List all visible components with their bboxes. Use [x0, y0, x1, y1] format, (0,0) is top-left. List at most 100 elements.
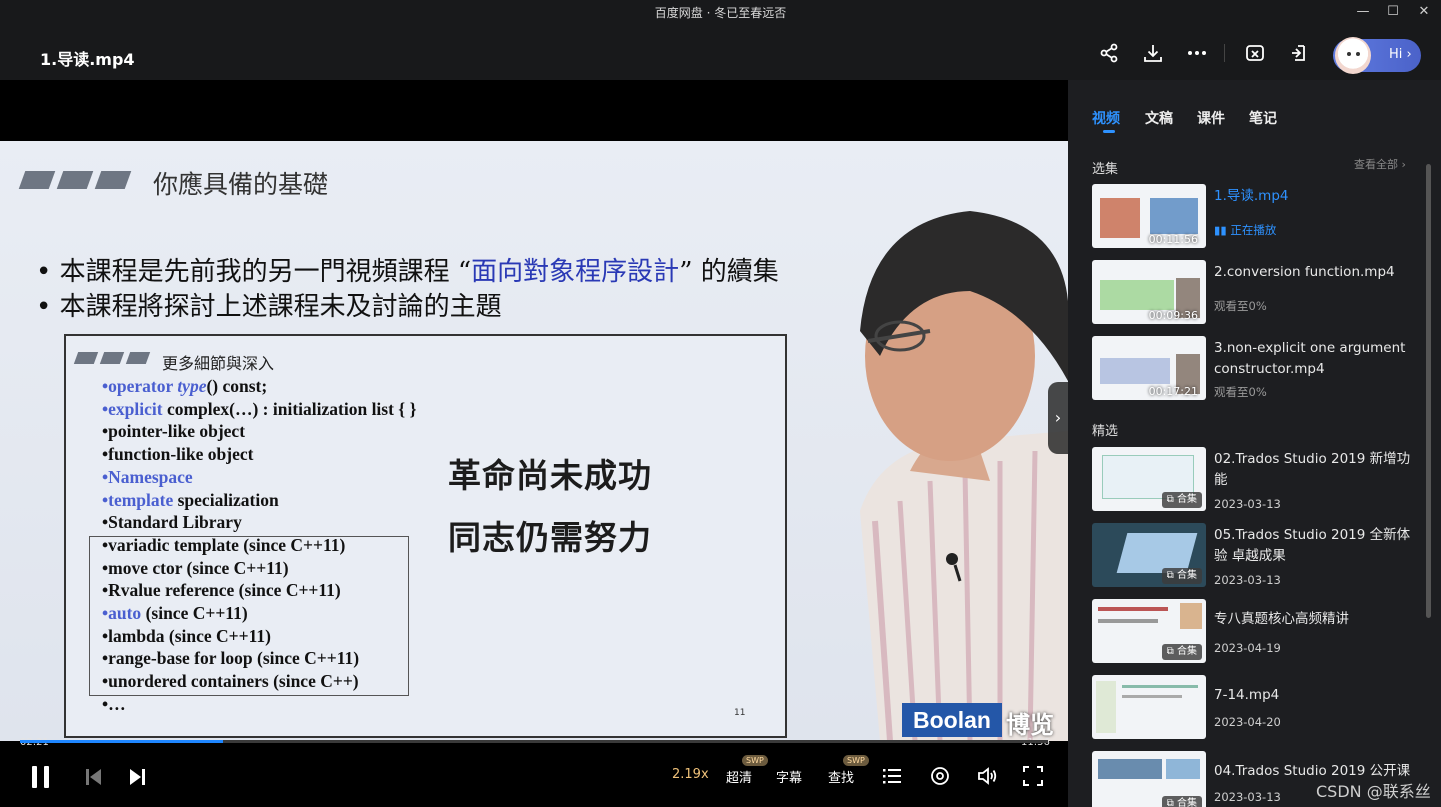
episode-thumbnail: 00:17:21 — [1092, 336, 1206, 400]
playback-speed[interactable]: 2.19x — [672, 767, 709, 782]
featured-thumbnail: ⧉ 合集 — [1092, 447, 1206, 511]
quality-button[interactable]: 超清 — [726, 767, 752, 786]
featured-thumbnail: ⧉ 合集 — [1092, 599, 1206, 663]
slide-topic-item: •auto (since C++11) — [102, 603, 248, 623]
presenter-figure — [860, 211, 1068, 741]
search-swp-badge: SWP — [843, 755, 869, 766]
episode-duration: 00:17:21 — [1148, 385, 1198, 398]
featured-date: 2023-04-19 — [1214, 641, 1281, 655]
featured-title: 专八真题核心高频精讲 — [1214, 611, 1349, 627]
watch-progress: 观看至0% — [1214, 385, 1267, 399]
assistant-label: Hi › — [1389, 47, 1412, 62]
featured-date: 2023-03-13 — [1214, 497, 1281, 511]
slide-topic-item: •operator type() const; — [102, 376, 268, 396]
minimize-button[interactable]: — — [1353, 2, 1373, 22]
featured-date: 2023-04-20 — [1214, 715, 1281, 729]
slide-topic-item: •Rvalue reference (since C++11) — [102, 580, 341, 601]
slide-inner-title: 更多細節與深入 — [162, 354, 275, 373]
slide-topic-item: •move ctor (since C++11) — [102, 557, 289, 578]
episode-duration: 00:09:36 — [1148, 309, 1198, 322]
fullscreen-icon[interactable] — [1022, 765, 1044, 791]
episode-title: 2.conversion function.mp4 — [1214, 264, 1395, 280]
slide-bullet-2: • 本課程將探討上述課程未及討論的主題 — [36, 292, 502, 322]
featured-title: 02.Trados Studio 2019 新增功能 — [1214, 451, 1411, 488]
assistant-avatar — [1335, 37, 1371, 74]
featured-heading: 精选 — [1092, 424, 1119, 439]
collection-badge: ⧉ 合集 — [1161, 796, 1202, 807]
subtitle-button[interactable]: 字幕 — [776, 767, 802, 786]
featured-thumbnail: ⧉ 合集 — [1092, 751, 1206, 807]
featured-date: 2023-03-13 — [1214, 573, 1281, 587]
tab-video[interactable]: 视频 — [1092, 108, 1120, 128]
featured-title: 7-14.mp4 — [1214, 687, 1280, 703]
header-divider — [1224, 44, 1225, 62]
slide-topic-item: •variadic template (since C++11) — [102, 534, 346, 555]
collection-badge: ⧉ 合集 — [1161, 568, 1202, 584]
pip-icon[interactable] — [1288, 42, 1310, 64]
episode-thumbnail: 00:11:56 — [1092, 184, 1206, 248]
episode-title: 1.导读.mp4 — [1214, 188, 1289, 204]
more-icon[interactable] — [1186, 42, 1208, 64]
slide-topic-box: 更多細節與深入 •operator type() const; •explicit… — [64, 334, 787, 738]
slide-topic-item: •function-like object — [102, 444, 254, 465]
slide-topic-item: •… — [102, 693, 126, 714]
maximize-button[interactable]: ☐ — [1383, 2, 1403, 22]
slide-topic-item: •Standard Library — [102, 512, 242, 533]
collection-badge: ⧉ 合集 — [1161, 644, 1202, 660]
slide-topic-item: •range-base for loop (since C++11) — [102, 648, 360, 669]
slide-caption-1: 革命尚未成功 — [448, 456, 652, 495]
playlist-icon[interactable] — [882, 766, 902, 790]
video-player[interactable]: 你應具備的基礎 • 本課程是先前我的另一門視頻課程 “面向對象程序設計” 的續集… — [0, 80, 1068, 807]
slide-page-number: 11 — [734, 708, 746, 718]
settings-icon[interactable] — [929, 765, 951, 791]
next-icon[interactable] — [128, 767, 146, 791]
player-header: 1.导读.mp4 Hi › — [0, 24, 1441, 80]
watch-progress: 观看至0% — [1214, 299, 1267, 313]
progress-bar[interactable] — [20, 740, 1048, 743]
see-all-link[interactable]: 查看全部 › — [1354, 156, 1406, 172]
next-episode-arrow[interactable]: › — [1048, 382, 1068, 454]
slide-topic-item: •template specialization — [102, 489, 279, 510]
boolan-logo-en: Boolan — [902, 703, 1002, 737]
tab-notes[interactable]: 笔记 — [1249, 108, 1277, 128]
featured-title: 05.Trados Studio 2019 全新体验 卓越成果 — [1214, 527, 1411, 564]
featured-date: 2023-03-13 — [1214, 790, 1281, 804]
slide-topic-item: •explicit complex(…) : initialization li… — [102, 398, 417, 419]
share-icon[interactable] — [1098, 42, 1120, 64]
slide-title: 你應具備的基礎 — [153, 170, 329, 199]
file-title: 1.导读.mp4 — [40, 50, 135, 69]
video-frame[interactable]: 你應具備的基礎 • 本課程是先前我的另一門視頻課程 “面向對象程序設計” 的續集… — [0, 141, 1068, 741]
quality-swp-badge: SWP — [742, 755, 768, 766]
now-playing-status: ▮▮ 正在播放 — [1214, 223, 1277, 237]
boolan-logo: Boolan 博览 — [902, 703, 1058, 739]
episode-duration: 00:11:56 — [1148, 233, 1198, 246]
active-tab-indicator — [1103, 130, 1115, 133]
volume-icon[interactable] — [976, 765, 998, 791]
screenshot-icon[interactable] — [1244, 42, 1266, 64]
playing-bars-icon: ▮▮ — [1214, 223, 1227, 237]
previous-icon[interactable] — [85, 767, 103, 791]
episode-thumbnail: 00:09:36 — [1092, 260, 1206, 324]
slide-title-bars — [18, 171, 142, 189]
episode-title: 3.non-explicit one argument constructor.… — [1214, 340, 1406, 377]
search-button[interactable]: 查找 — [828, 767, 854, 786]
episodes-heading: 选集 — [1092, 162, 1119, 177]
download-icon[interactable] — [1142, 42, 1164, 64]
slide-topic-item: •Namespace — [102, 466, 193, 487]
featured-thumbnail — [1092, 675, 1206, 739]
assistant-button[interactable]: Hi › — [1333, 37, 1421, 74]
boolan-logo-cn: 博览 — [1006, 711, 1054, 739]
close-button[interactable]: ✕ — [1414, 2, 1434, 22]
side-panel: 视频 文稿 课件 笔记 选集 查看全部 › 00:11:56 1.导读.mp4 … — [1068, 80, 1441, 807]
pause-button[interactable] — [30, 764, 52, 794]
window-title: 百度网盘 · 冬已至春远否 — [654, 6, 787, 20]
tab-courseware[interactable]: 课件 — [1197, 108, 1225, 128]
tab-transcript[interactable]: 文稿 — [1145, 108, 1173, 128]
slide-topic-item: •pointer-like object — [102, 421, 246, 442]
progress-fill — [20, 740, 223, 743]
featured-thumbnail: ⧉ 合集 — [1092, 523, 1206, 587]
collection-badge: ⧉ 合集 — [1161, 492, 1202, 508]
slide-topic-item: •lambda (since C++11) — [102, 625, 271, 646]
panel-scrollbar[interactable] — [1426, 164, 1431, 618]
slide-caption-2: 同志仍需努力 — [448, 518, 652, 557]
